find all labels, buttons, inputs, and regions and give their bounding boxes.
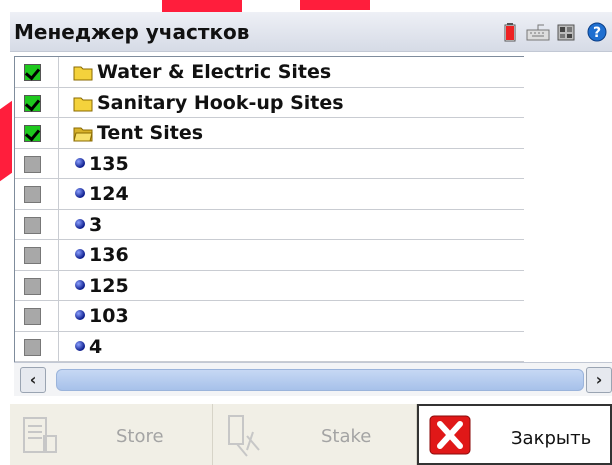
list-item[interactable]: 124 — [15, 179, 524, 210]
point-icon — [75, 188, 85, 198]
battery-icon[interactable] — [502, 22, 520, 42]
checkbox-unchecked[interactable] — [24, 338, 41, 356]
checkbox-unchecked[interactable] — [24, 186, 41, 203]
point-icon — [75, 218, 85, 229]
site-list[interactable]: Water & Electric Sites Sanitary Hook-up … — [14, 56, 524, 362]
svg-text:?: ? — [593, 25, 601, 41]
checkbox-unchecked[interactable] — [24, 155, 41, 173]
scroll-right-button[interactable]: › — [586, 367, 612, 393]
list-item-label: Water & Electric Sites — [97, 61, 332, 83]
list-item[interactable]: Tent Sites — [15, 118, 524, 149]
stake-icon — [228, 415, 260, 457]
list-item[interactable]: 103 — [15, 301, 524, 332]
store-icon — [23, 417, 57, 453]
title-bar: Менеджер участков ? — [10, 12, 612, 52]
point-icon — [75, 157, 85, 168]
checkbox-unchecked[interactable] — [24, 277, 41, 295]
window-title: Менеджер участков — [14, 20, 250, 44]
list-item[interactable]: 136 — [15, 240, 524, 271]
store-button[interactable]: Store — [10, 404, 213, 465]
point-icon — [75, 279, 85, 290]
checkbox-unchecked[interactable] — [24, 308, 41, 325]
list-item-label: 124 — [89, 183, 129, 205]
stake-label: Stake — [321, 426, 372, 447]
decor-stripe — [300, 0, 370, 10]
list-item[interactable]: Water & Electric Sites — [15, 57, 524, 88]
decor-stripe — [162, 0, 242, 12]
list-item-label: 4 — [89, 335, 103, 358]
list-item-label: Tent Sites — [97, 122, 204, 144]
point-icon — [75, 249, 85, 259]
scroll-thumb[interactable] — [56, 369, 584, 391]
list-item-label: 135 — [89, 152, 129, 175]
bottom-toolbar: Store Stake Закрыть — [10, 404, 612, 465]
checkbox-unchecked[interactable] — [24, 247, 41, 264]
close-label: Закрыть — [511, 428, 592, 449]
list-item[interactable]: 125 — [15, 270, 524, 301]
folder-icon — [73, 66, 93, 81]
list-item-label: 125 — [89, 274, 129, 297]
decor-stripe — [0, 100, 12, 182]
folder-open-icon — [73, 127, 93, 142]
list-item[interactable]: 4 — [15, 331, 524, 362]
checkbox-checked[interactable] — [24, 64, 41, 81]
stake-button[interactable]: Stake — [213, 404, 417, 465]
list-item-label: Sanitary Hook-up Sites — [97, 91, 344, 114]
folder-icon — [73, 97, 93, 111]
point-icon — [75, 340, 85, 351]
list-item-label: 103 — [89, 305, 129, 327]
store-label: Store — [116, 426, 164, 447]
scroll-left-button[interactable]: ‹ — [20, 367, 46, 393]
keyboard-icon[interactable] — [526, 22, 550, 42]
list-item[interactable]: Sanitary Hook-up Sites — [15, 87, 524, 118]
point-icon — [75, 310, 85, 320]
checkbox-checked[interactable] — [24, 125, 41, 142]
settings-icon[interactable] — [557, 22, 575, 42]
close-button[interactable]: Закрыть — [417, 404, 612, 465]
checkbox-unchecked[interactable] — [24, 216, 41, 234]
list-item[interactable]: 3 — [15, 209, 524, 240]
horizontal-scrollbar[interactable]: ‹ › — [14, 362, 612, 396]
list-item-label: 3 — [89, 213, 103, 236]
checkbox-checked[interactable] — [24, 94, 41, 112]
list-item-label: 136 — [89, 244, 129, 266]
help-icon[interactable]: ? — [586, 22, 608, 42]
list-item[interactable]: 135 — [15, 148, 524, 179]
close-icon — [429, 415, 471, 455]
